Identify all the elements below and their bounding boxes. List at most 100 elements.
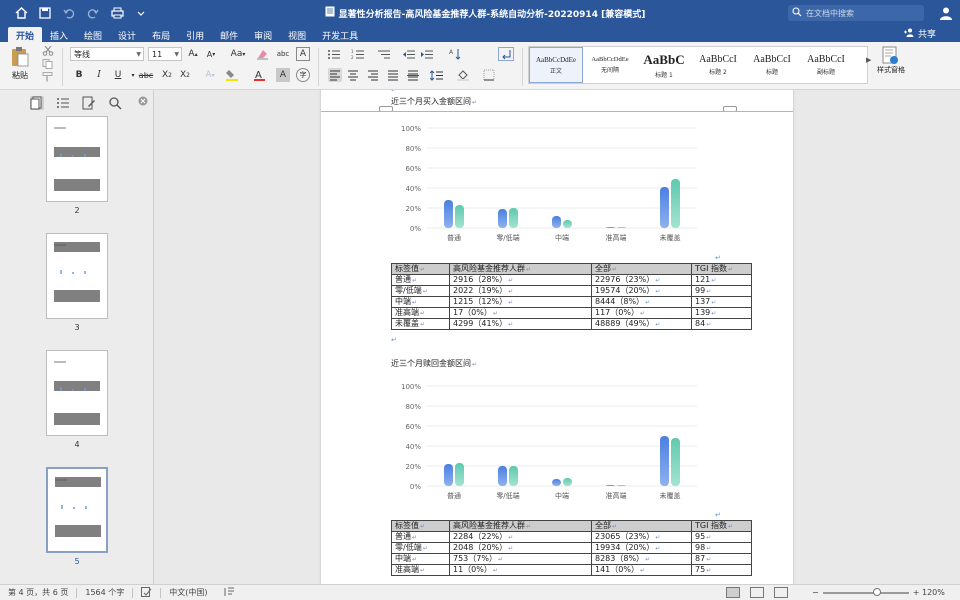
document-search[interactable] bbox=[788, 5, 924, 21]
superscript-button[interactable]: X2 bbox=[178, 68, 192, 82]
table-cell[interactable]: 48889（49%）↵ bbox=[591, 318, 692, 330]
text-effects-icon[interactable]: A ▾ bbox=[200, 68, 220, 82]
subscript-button[interactable]: X2 bbox=[160, 68, 174, 82]
thumbnails-icon[interactable] bbox=[30, 96, 44, 110]
table-cell[interactable]: 零/低端↵ bbox=[391, 285, 450, 297]
table-cell[interactable]: 84↵ bbox=[691, 318, 752, 330]
page-thumbnail[interactable] bbox=[46, 350, 108, 436]
save-icon[interactable] bbox=[38, 6, 52, 20]
table-cell[interactable]: 普通↵ bbox=[391, 274, 450, 286]
home-icon[interactable] bbox=[14, 6, 28, 20]
table-cell[interactable]: 2284（22%）↵ bbox=[449, 531, 592, 543]
table-cell[interactable]: 中端↵ bbox=[391, 296, 450, 308]
table-header-cell[interactable]: 全部↵ bbox=[591, 263, 692, 275]
align-left-icon[interactable] bbox=[328, 68, 342, 82]
table-cell[interactable]: 17（0%）↵ bbox=[449, 307, 592, 319]
close-icon[interactable] bbox=[138, 96, 148, 106]
table-cell[interactable]: 4299（41%）↵ bbox=[449, 318, 592, 330]
table-cell[interactable]: 19934（20%）↵ bbox=[591, 542, 692, 554]
clear-formatting-icon[interactable] bbox=[256, 47, 270, 61]
table-header-cell[interactable]: TGI 指数↵ bbox=[691, 520, 752, 532]
italic-button[interactable]: I bbox=[92, 68, 106, 82]
justify-icon[interactable] bbox=[386, 68, 400, 82]
zoom-slider[interactable]: − + bbox=[812, 587, 919, 597]
style-option[interactable]: AaBbCcI 副标题 bbox=[799, 47, 853, 83]
copy-icon[interactable] bbox=[42, 59, 54, 69]
table-cell[interactable]: 2022（19%）↵ bbox=[449, 285, 592, 297]
page-thumbnail[interactable] bbox=[46, 467, 108, 553]
table-cell[interactable]: 121↵ bbox=[691, 274, 752, 286]
paste-button[interactable]: 粘贴 bbox=[8, 46, 32, 81]
table-cell[interactable]: 23065（23%）↵ bbox=[591, 531, 692, 543]
page-thumbnail[interactable] bbox=[46, 233, 108, 319]
search-icon[interactable] bbox=[108, 96, 122, 110]
page-count[interactable]: 第 4 页，共 6 页 bbox=[0, 587, 76, 598]
table-cell[interactable]: 普通↵ bbox=[391, 531, 450, 543]
table-header-cell[interactable]: 全部↵ bbox=[591, 520, 692, 532]
distributed-icon[interactable] bbox=[406, 68, 420, 82]
strikethrough-button[interactable]: abc bbox=[137, 68, 155, 82]
style-option[interactable]: AaBbCcI 标题 bbox=[745, 47, 799, 83]
table-cell[interactable]: 75↵ bbox=[691, 564, 752, 576]
table-cell[interactable]: 2916（28%）↵ bbox=[449, 274, 592, 286]
table-cell[interactable]: 11（0%）↵ bbox=[449, 564, 592, 576]
tab-4[interactable]: 布局 bbox=[144, 27, 178, 42]
styles-pane-button[interactable]: 样式窗格 bbox=[876, 44, 906, 74]
phonetic-guide-icon[interactable]: abc bbox=[276, 47, 290, 61]
grow-font-icon[interactable]: A ▴ bbox=[186, 47, 200, 61]
decrease-indent-icon[interactable] bbox=[402, 47, 416, 61]
search-input[interactable] bbox=[806, 8, 916, 18]
multilevel-list-icon[interactable] bbox=[376, 47, 392, 61]
show-formatting-marks-icon[interactable] bbox=[498, 47, 514, 61]
font-color-icon[interactable]: A bbox=[250, 68, 270, 82]
document-outline-icon[interactable] bbox=[56, 96, 70, 110]
font-name-select[interactable]: 等线 ▼ bbox=[70, 47, 144, 61]
undo-icon[interactable] bbox=[62, 6, 76, 20]
table-header-cell[interactable]: 高风险基金推荐人群↵ bbox=[449, 520, 592, 532]
tab-0[interactable]: 开始 bbox=[8, 27, 43, 42]
zoom-knob[interactable] bbox=[872, 587, 881, 596]
table-cell[interactable]: 22976（23%）↵ bbox=[591, 274, 692, 286]
tab-5[interactable]: 引用 bbox=[178, 27, 212, 42]
table-cell[interactable]: 139↵ bbox=[691, 307, 752, 319]
table-cell[interactable]: 117（0%）↵ bbox=[591, 307, 692, 319]
print-layout-view-icon[interactable] bbox=[726, 587, 740, 598]
reading-view-icon[interactable] bbox=[774, 587, 788, 598]
style-option[interactable]: AaBbC 标题 1 bbox=[637, 47, 691, 83]
borders-icon[interactable] bbox=[480, 68, 498, 82]
enclose-characters-icon[interactable]: 字 bbox=[296, 68, 310, 82]
table-cell[interactable]: 141（0%）↵ bbox=[591, 564, 692, 576]
proofing-icon[interactable] bbox=[133, 586, 160, 599]
table-header-cell[interactable]: 标签值↵ bbox=[391, 263, 450, 275]
tab-1[interactable]: 插入 bbox=[42, 27, 76, 42]
tab-6[interactable]: 邮件 bbox=[212, 27, 246, 42]
zoom-out-icon[interactable]: − bbox=[812, 588, 819, 597]
page-thumbnail[interactable] bbox=[46, 116, 108, 202]
underline-button[interactable]: U bbox=[111, 68, 125, 82]
table-cell[interactable]: 8283（8%）↵ bbox=[591, 553, 692, 565]
table-cell[interactable]: 中端↵ bbox=[391, 553, 450, 565]
table-cell[interactable]: 2048（20%）↵ bbox=[449, 542, 592, 554]
table-header-cell[interactable]: 高风险基金推荐人群↵ bbox=[449, 263, 592, 275]
format-painter-icon[interactable] bbox=[42, 72, 54, 82]
print-icon[interactable] bbox=[110, 6, 124, 20]
table-cell[interactable]: 19574（20%）↵ bbox=[591, 285, 692, 297]
tab-2[interactable]: 绘图 bbox=[76, 27, 110, 42]
character-border-icon[interactable]: A bbox=[296, 47, 310, 61]
shrink-font-icon[interactable]: A ▾ bbox=[204, 47, 218, 61]
share-button[interactable]: 共享 bbox=[903, 27, 936, 40]
redo-icon[interactable] bbox=[86, 6, 100, 20]
table-cell[interactable]: 137↵ bbox=[691, 296, 752, 308]
sort-icon[interactable]: A bbox=[446, 47, 468, 61]
font-size-select[interactable]: 11 ▼ bbox=[148, 47, 182, 61]
highlight-color-icon[interactable] bbox=[222, 68, 242, 82]
table-cell[interactable]: 1215（12%）↵ bbox=[449, 296, 592, 308]
document-page[interactable]: ↵ 近三个月买入金额区间↵ 100% 80% 60% 40% 20% 0% 普通 零/低端 中端… bbox=[321, 90, 793, 584]
tab-9[interactable]: 开发工具 bbox=[314, 27, 366, 42]
table-cell[interactable]: 753（7%）↵ bbox=[449, 553, 592, 565]
table-cell[interactable]: 准高端↵ bbox=[391, 307, 450, 319]
table-header-cell[interactable]: 标签值↵ bbox=[391, 520, 450, 532]
table-cell[interactable]: 99↵ bbox=[691, 285, 752, 297]
tab-3[interactable]: 设计 bbox=[110, 27, 144, 42]
tab-8[interactable]: 视图 bbox=[280, 27, 314, 42]
